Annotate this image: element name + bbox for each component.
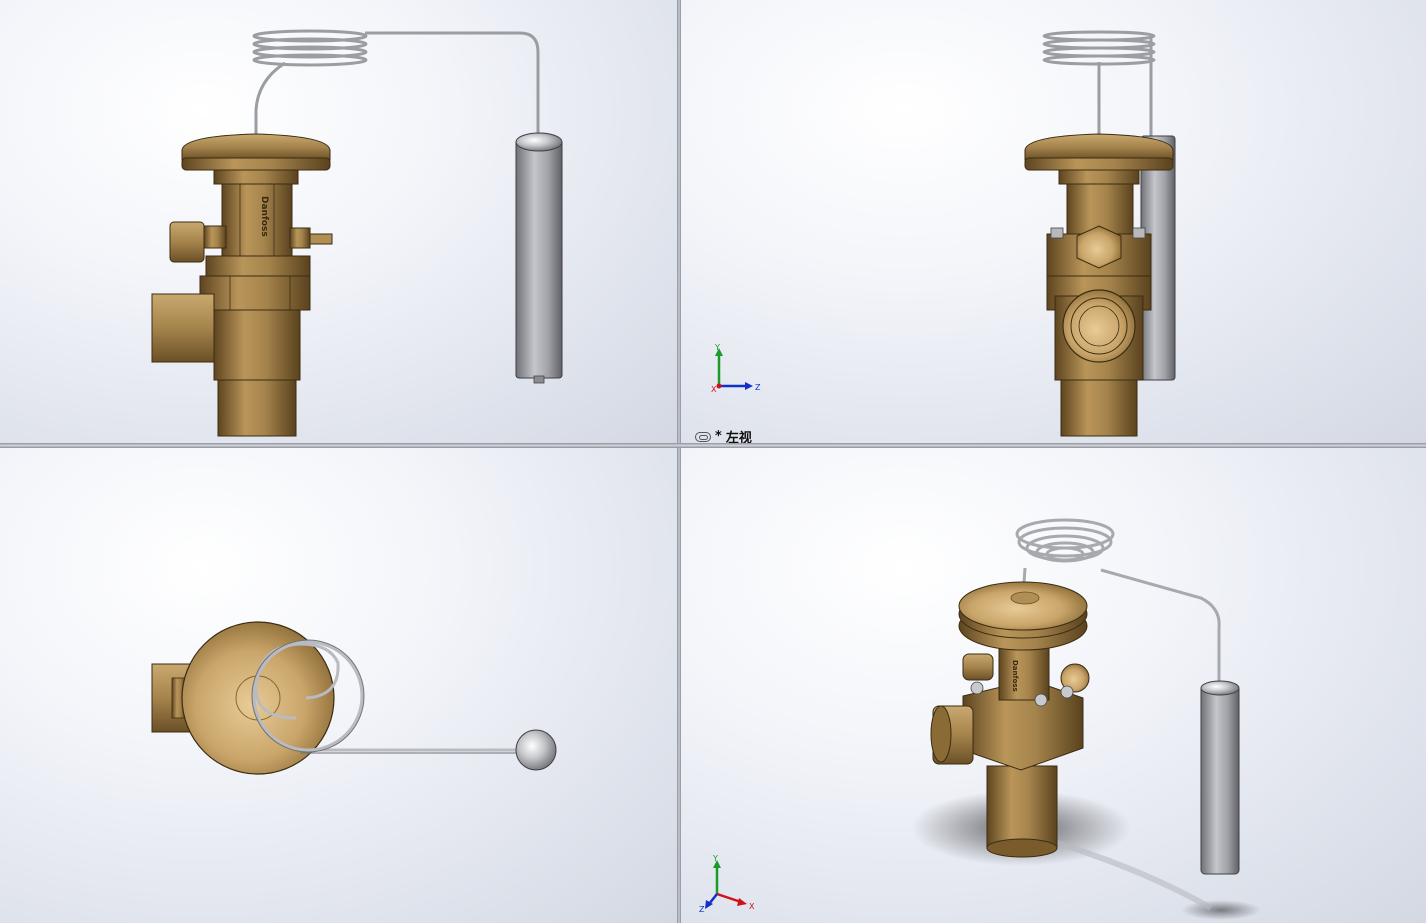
coordinate-triad: Y Z X bbox=[711, 344, 761, 394]
triad-y-label: Y bbox=[714, 344, 720, 352]
valve-isometric-model[interactable]: Danfoss bbox=[681, 448, 1426, 923]
triad-x-label: X bbox=[711, 385, 717, 394]
link-icon bbox=[695, 431, 711, 442]
viewport-left[interactable]: Y Z X * 左视 bbox=[681, 0, 1426, 443]
view-name-text: 左视 bbox=[725, 431, 752, 443]
triad-y-label-iso: Y bbox=[712, 854, 718, 863]
triad-x-label-iso: X bbox=[749, 902, 755, 911]
brand-label-iso: Danfoss bbox=[1011, 660, 1019, 692]
brand-label: Danfoss bbox=[259, 196, 269, 237]
valve-left-model[interactable] bbox=[681, 0, 1426, 443]
triad-z-label: Z bbox=[755, 383, 761, 392]
coordinate-triad-iso: Y X Z bbox=[699, 854, 755, 914]
valve-front-model[interactable]: Danfoss bbox=[0, 0, 677, 443]
viewport-splitter-vertical[interactable] bbox=[677, 0, 681, 923]
viewport-top[interactable] bbox=[0, 448, 677, 923]
view-name-label[interactable]: * 左视 bbox=[695, 427, 752, 443]
view-name-prefix: * bbox=[715, 429, 722, 443]
viewport-splitter-horizontal[interactable] bbox=[0, 443, 1426, 448]
triad-z-label-iso: Z bbox=[699, 905, 705, 914]
viewport-isometric[interactable]: Danfoss Y X Z bbox=[681, 448, 1426, 923]
valve-top-model[interactable] bbox=[0, 448, 677, 923]
viewport-front[interactable]: Danfoss bbox=[0, 0, 677, 443]
